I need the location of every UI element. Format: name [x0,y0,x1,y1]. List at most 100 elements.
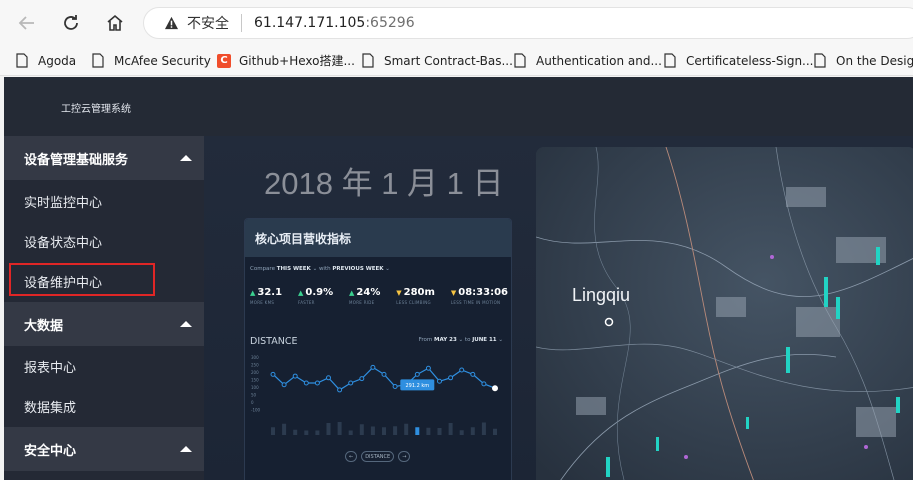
caret-up-icon [180,155,192,161]
bookmark-label: Github+Hexo搭建... [239,54,355,68]
distance-point [481,381,487,387]
volume-bar [382,427,386,435]
down-arrow-icon: ▼ [396,289,402,297]
bookmark-mcafee[interactable]: McAfee Security [92,45,211,76]
distance-point [348,380,354,386]
group-label: 设备管理基础服务 [24,152,129,168]
volume-bar [470,427,475,435]
sidebar-group-device-management[interactable]: 设备管理基础服务 [4,136,204,180]
distance-chart: 300 250 200 150 100 50 0 -100 291.2 km [251,355,498,435]
caret-up-icon [180,446,192,452]
sidebar-item-data-integration[interactable]: 数据集成 [4,386,204,426]
page-icon [16,53,28,68]
volume-bar [415,427,420,435]
down-arrow-icon: ▼ [450,289,457,297]
metrics-row: ▲ 32.1 MORE KMS ▲ 0.9% FASTER ▲ 24% MORE RI… [250,287,508,305]
item-label: 报表中心 [24,360,77,376]
distance-point [381,371,387,377]
item-label: 设备状态中心 [24,235,103,251]
y-tick-label: 200 [251,370,259,375]
distance-point [437,378,442,384]
distance-point [303,380,309,386]
volume-bar [426,427,431,435]
map-label-lingqiu: Lingqiu [572,285,631,305]
app-title: 工控云管理系统 [61,104,131,115]
sidebar-item-device-status[interactable]: 设备状态中心 [4,221,204,261]
group-label: 安全中心 [24,443,77,459]
y-tick-label: 300 [251,355,259,360]
sidebar-item-realtime-monitor[interactable]: 实时监控中心 [4,181,204,221]
pager-label[interactable]: DISTANCE [361,451,395,462]
distance-point [270,371,276,377]
bookmark-smart-contract[interactable]: Smart Contract-Bas... [362,45,513,76]
bookmark-github-hexo[interactable]: C Github+Hexo搭建... [217,45,355,76]
bookmark-certificateless[interactable]: Certificateless-Sign... [664,45,814,76]
volume-bar [326,423,331,435]
home-icon[interactable] [102,10,128,36]
volume-bar [337,422,342,435]
metric-kms: ▲ 32.1 MORE KMS [250,287,282,305]
metric-value: 0.9% [305,287,334,298]
date-title: 2018 年 1 月 1 日 [264,166,504,201]
page-icon [92,53,104,68]
app-page: 工控云管理系统 设备管理基础服务 实时监控中心 设备状态中心 设备维护中心 大数… [4,77,913,480]
bookmark-label: Authentication and... [536,53,662,68]
volume-bar [271,427,275,435]
caret-up-icon [180,321,192,327]
page-icon [814,53,826,68]
range-to[interactable]: JUNE 11 [472,337,496,343]
metric-value: 24% [356,287,381,298]
address-bar[interactable]: 不安全 61.147.171.105:65296 [143,7,913,39]
bookmark-authentication[interactable]: Authentication and... [514,45,662,76]
compare-with: with [318,266,331,272]
browser-toolbar: 不安全 61.147.171.105:65296 [0,0,913,45]
y-tick-label: 250 [251,363,259,368]
distance-point [492,385,498,392]
volume-bar [315,430,320,435]
metric-value: 08:33:06 [458,287,508,298]
distance-point [459,367,465,373]
volume-bar [459,430,464,435]
chart-pager: ← DISTANCE → [345,451,411,462]
distance-point [359,376,365,382]
map-view[interactable]: Lingqiu [536,147,913,480]
compare-this-week[interactable]: THIS WEEK [277,266,311,272]
next-arrow-icon[interactable]: → [398,451,411,462]
compare-prefix: Compare [250,266,275,272]
range-from-label: From [418,337,433,343]
bookmark-label: On the Design [836,53,913,68]
compare-previous-week[interactable]: PREVIOUS WEEK [332,266,383,272]
back-arrow-icon[interactable] [14,10,40,36]
y-tick-label: 50 [251,393,257,398]
reload-icon[interactable] [58,10,84,36]
sidebar-group-security-center[interactable]: 安全中心 [4,427,204,471]
revenue-card: 核心项目营收指标 Compare THIS WEEK ⌄ with PREVIO… [244,218,512,480]
metric-label: MORE RIDE [349,300,375,305]
sidebar-item-report-center[interactable]: 报表中心 [4,346,204,386]
main-content: 2018 年 1 月 1 日 核心项目营收指标 Compare THIS WEE… [204,136,913,480]
distance-range: From MAY 23 ⌄ to JUNE 11 ⌄ [418,337,503,343]
warning-icon [164,16,179,30]
range-from[interactable]: MAY 23 [434,337,457,343]
security-status[interactable]: 不安全 [187,13,229,33]
volume-bar [293,429,298,435]
sidebar-group-big-data[interactable]: 大数据 [4,302,204,346]
bookmark-agoda[interactable]: Agoda [16,45,76,76]
volume-bar [437,428,442,435]
bookmark-label: Certificateless-Sign... [686,53,814,68]
distance-point [326,375,331,381]
volume-bar [404,423,409,435]
prev-arrow-icon[interactable]: ← [345,451,358,462]
url-host: 61.147.171.105 [254,15,366,31]
bookmark-on-the-design[interactable]: On the Design [814,45,913,76]
distance-point [337,387,343,393]
up-arrow-icon: ▲ [250,289,256,297]
volume-bar [282,423,287,435]
distance-point [425,365,431,371]
metric-faster: ▲ 0.9% FASTER [298,287,333,305]
page-icon [362,53,374,68]
distance-point [448,375,454,381]
distance-label: DISTANCE [250,336,298,347]
metric-label: LESS TIME IN MOTION [450,300,501,305]
distance-point [370,364,376,370]
